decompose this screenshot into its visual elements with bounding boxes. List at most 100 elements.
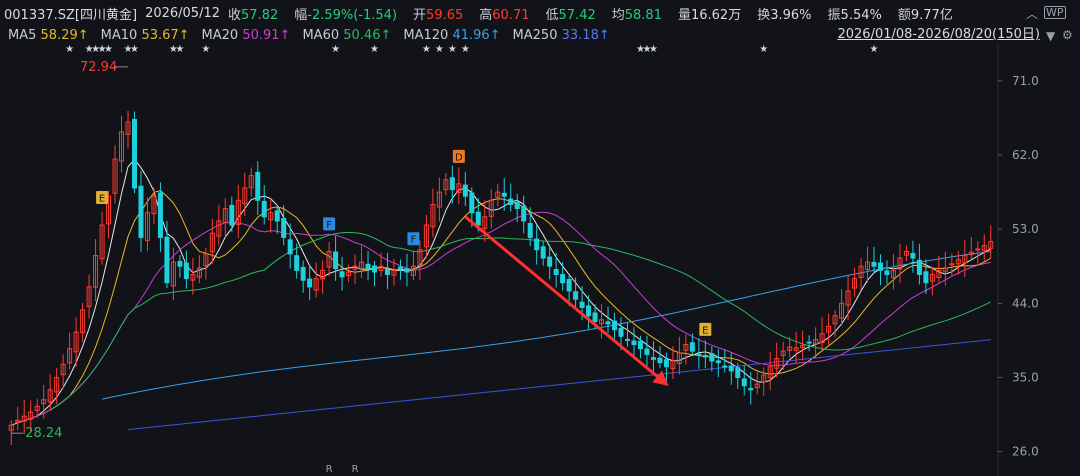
star-marker: ★ (461, 44, 470, 55)
candle-body (663, 359, 669, 368)
ma120-line (101, 250, 991, 400)
amount-group: 额9.77亿 (898, 4, 961, 23)
amount-value: 9.77亿 (910, 7, 953, 23)
signal-marker-label: E (702, 325, 708, 336)
avg-value: 58.81 (624, 7, 662, 23)
ma60-label: MA60 (302, 27, 340, 43)
candle-body (469, 192, 475, 214)
signal-marker-label: F (326, 220, 332, 231)
change-group: 幅-2.59%(-1.54) (294, 4, 405, 23)
volume-label: 量 (677, 7, 691, 23)
candle-body (281, 217, 287, 238)
star-marker: ★ (201, 44, 210, 55)
amplitude-group: 振5.54% (828, 4, 890, 23)
low-group: 低57.42 (546, 4, 604, 23)
close-label: 收 (228, 7, 242, 23)
star-marker: ★ (65, 44, 74, 55)
ma5-group: MA5 58.29↑ (8, 28, 89, 43)
y-tick-label: 26.0 (1012, 445, 1039, 459)
amplitude-label: 振 (827, 7, 841, 23)
candle-body (138, 185, 144, 238)
high-value-label: 72.94 (80, 60, 117, 75)
gear-icon[interactable]: ⚙ (1062, 28, 1073, 42)
candle-body (605, 321, 611, 325)
ma250-line (127, 339, 991, 431)
candle-body (371, 265, 378, 273)
candle-body (339, 271, 345, 278)
candle-body (131, 118, 138, 189)
ma5-label: MA5 (8, 27, 37, 43)
ma120-value: 41.96↑ (452, 27, 501, 43)
candle-body (910, 252, 916, 259)
candle-body (806, 341, 812, 344)
candle-body (618, 327, 624, 337)
chevron-up-icon[interactable]: ︿ (1026, 5, 1038, 22)
ma60-value: 50.46↑ (343, 27, 392, 43)
candle-body (300, 266, 306, 281)
star-marker: ★ (759, 44, 768, 55)
candle-body (164, 236, 170, 284)
candle-body (586, 305, 592, 317)
candle-body (689, 342, 695, 352)
ma250-group: MA250 33.18↑ (513, 28, 610, 43)
candle-body (748, 387, 754, 391)
candle-body (514, 201, 520, 210)
candle-body (540, 246, 546, 259)
turnover-label: 换 (757, 7, 771, 23)
candle-body (261, 200, 267, 218)
star-marker: ★ (435, 44, 444, 55)
candle-body (923, 271, 929, 284)
candle-body (612, 320, 618, 331)
candle-body (949, 263, 955, 266)
candle-body (404, 268, 410, 273)
star-marker: ★ (331, 44, 340, 55)
candle-body (475, 211, 481, 226)
ma5-value: 58.29↑ (40, 27, 89, 43)
star-marker: ★ (870, 44, 879, 55)
open-group: 开59.65 (413, 4, 471, 23)
candle-body (307, 278, 313, 288)
price-chart[interactable]: ★ ★★★★ ★★ ★★ ★ ★ ★ ★ ★ ★ ★ ★★★ ★ ★72.9428.24EFFDER R 7… (0, 44, 1080, 476)
high-group: 高60.71 (479, 4, 537, 23)
candle-body (274, 210, 280, 222)
candle-body (294, 255, 300, 271)
quote-date: 2026/05/12 (145, 5, 220, 21)
high-value: 60.71 (492, 7, 530, 23)
close-value: 57.82 (241, 7, 279, 23)
candle-body (644, 348, 650, 355)
candle-body (624, 338, 631, 341)
change-label: 幅 (294, 7, 308, 23)
candle-body (255, 171, 261, 201)
candle-body (650, 357, 656, 360)
wp-icon[interactable]: WP (1044, 6, 1066, 19)
bottom-label: R (352, 464, 359, 475)
candle-body (501, 192, 507, 197)
candle-body (553, 269, 559, 275)
volume-group: 量16.62万 (678, 4, 749, 23)
turnover-value: 3.96% (770, 7, 812, 23)
date-range-link[interactable]: 2026/01/08-2026/08/20(150日) (837, 26, 1040, 44)
candle-body (696, 353, 702, 356)
star-marker: ★ (104, 44, 113, 55)
candle-body (741, 378, 747, 387)
low-value-label: 28.24 (25, 426, 62, 441)
candle-body (365, 263, 371, 270)
candle-body (449, 177, 455, 191)
bottom-label: R (326, 464, 333, 475)
candle-body (702, 354, 708, 358)
candle-body (229, 204, 235, 226)
candle-body (884, 270, 890, 275)
candle-body (728, 365, 734, 372)
candle-body (715, 360, 721, 364)
star-marker: ★ (422, 44, 431, 55)
candle-body (709, 353, 715, 362)
signal-marker-label: F (411, 235, 417, 246)
ma60-group: MA60 50.46↑ (302, 28, 391, 43)
y-tick-label: 71.0 (1012, 74, 1039, 88)
stock-code[interactable]: 001337.SZ[四川黄金] (4, 4, 137, 23)
triangle-down-icon[interactable]: ▼ (1046, 29, 1055, 43)
avg-group: 均58.81 (612, 4, 670, 23)
candle-body (916, 259, 922, 275)
candle-body (637, 340, 643, 350)
candle-body (521, 205, 527, 222)
